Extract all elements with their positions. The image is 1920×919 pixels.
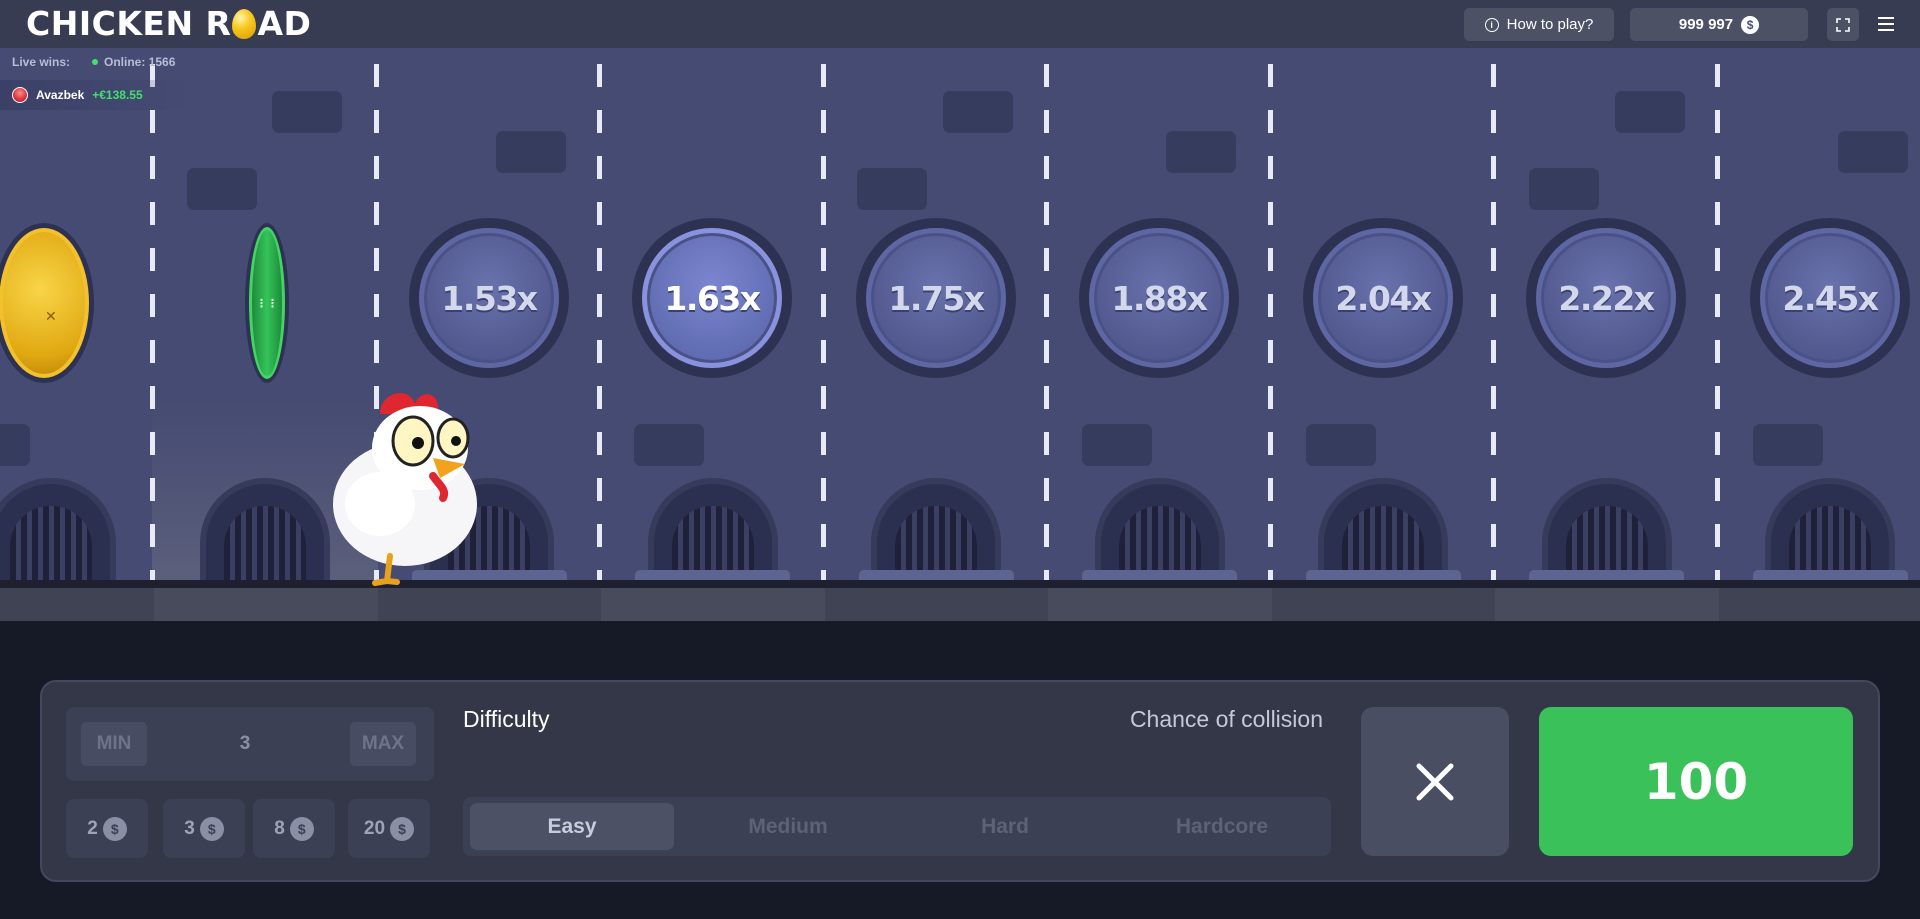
lane-divider	[1268, 64, 1273, 584]
multiplier-coin-3[interactable]: 1.75x	[856, 218, 1016, 378]
road-segment	[1048, 588, 1272, 621]
wall-brick	[634, 424, 704, 466]
lane-divider	[1491, 64, 1496, 584]
bet-chip-8[interactable]: 8 $	[253, 799, 335, 858]
passed-green-coin: ⋮⋮	[245, 223, 289, 383]
wall-brick	[1306, 424, 1376, 466]
road-segment	[154, 588, 378, 621]
chicken-drumstick-icon: ✕	[45, 308, 57, 324]
lane-divider	[821, 64, 826, 584]
fullscreen-button[interactable]	[1827, 8, 1859, 41]
min-bet-button[interactable]: MIN	[81, 722, 147, 766]
wall-brick	[0, 424, 30, 466]
multiplier-label: 1.53x	[441, 278, 538, 318]
dollar-coin-icon: $	[289, 816, 314, 841]
online-dot-icon	[92, 59, 99, 65]
wall-brick	[1166, 131, 1236, 173]
wall-brick	[187, 168, 257, 210]
multiplier-label: 2.04x	[1335, 278, 1432, 318]
road-segment	[601, 588, 825, 621]
close-icon	[1416, 763, 1454, 800]
multiplier-label: 1.88x	[1111, 278, 1208, 318]
difficulty-easy[interactable]: Easy	[470, 803, 674, 850]
bet-chip-20[interactable]: 20 $	[348, 799, 430, 858]
chance-of-collision-label: Chance of collision	[1129, 706, 1323, 732]
lane-divider	[150, 64, 155, 584]
top-bar: CHICKEN R AD i How to play? 999 997 $	[0, 0, 1920, 48]
wall-brick	[272, 91, 342, 133]
wall-brick	[1082, 424, 1152, 466]
bet-chip-3[interactable]: 3 $	[163, 799, 245, 858]
multiplier-coin-2[interactable]: 1.63x	[632, 218, 792, 378]
road-segment	[1495, 588, 1719, 621]
difficulty-hardcore[interactable]: Hardcore	[1120, 803, 1324, 850]
difficulty-hard[interactable]: Hard	[903, 803, 1107, 850]
bet-amount-input[interactable]: 3	[185, 722, 305, 766]
logo-text-left: CHICKEN R	[26, 4, 232, 43]
go-button[interactable]: 100	[1539, 707, 1853, 856]
difficulty-medium[interactable]: Medium	[686, 803, 890, 850]
game-root: CHICKEN R AD i How to play? 999 997 $ ✕ …	[0, 0, 1920, 919]
fullscreen-icon	[1836, 17, 1850, 32]
info-icon: i	[1484, 17, 1499, 32]
how-to-play-button[interactable]: i How to play?	[1464, 8, 1614, 41]
lane-divider	[1715, 64, 1720, 584]
lane-divider	[597, 64, 602, 584]
multiplier-coin-1[interactable]: 1.53x	[409, 218, 569, 378]
menu-icon	[1878, 17, 1894, 19]
how-to-play-label: How to play?	[1506, 16, 1594, 33]
dollar-coin-icon: $	[390, 816, 415, 841]
avatar	[12, 87, 28, 103]
multiplier-coin-5[interactable]: 2.04x	[1303, 218, 1463, 378]
live-win-entry: Avazbek +€138.55	[0, 80, 192, 110]
wall-brick	[1838, 131, 1908, 173]
ground-line	[0, 580, 1920, 588]
winner-name: Avazbek	[36, 88, 85, 102]
wall-brick	[943, 91, 1013, 133]
wall-brick	[1753, 424, 1823, 466]
live-wins-bar: Live wins: Online: 1566	[12, 55, 175, 69]
logo-text-right: AD	[257, 4, 312, 43]
multiplier-coin-6[interactable]: 2.22x	[1526, 218, 1686, 378]
game-scene: ✕ ⋮⋮ 1.53x 1.63x 1.75x 1.88x 2.04x 2.22x…	[0, 48, 1920, 621]
dollar-coin-icon: $	[102, 816, 127, 841]
logo: CHICKEN R AD	[26, 4, 311, 43]
online-count: Online: 1566	[92, 55, 175, 69]
multiplier-label: 2.22x	[1558, 278, 1655, 318]
multiplier-coin-7[interactable]: 2.45x	[1750, 218, 1910, 378]
menu-button[interactable]	[1870, 10, 1902, 38]
max-bet-button[interactable]: MAX	[350, 722, 416, 766]
multiplier-label: 1.63x	[664, 278, 761, 318]
collected-gold-coin: ✕	[0, 223, 94, 383]
cancel-button[interactable]	[1361, 707, 1509, 856]
multiplier-label: 2.45x	[1782, 278, 1879, 318]
chicken-character	[333, 393, 477, 586]
balance-display: 999 997 $	[1630, 8, 1808, 41]
wall-brick	[1529, 168, 1599, 210]
wall-brick	[857, 168, 927, 210]
live-wins-label: Live wins:	[12, 55, 71, 69]
wall-brick	[1615, 91, 1685, 133]
win-amount: +€138.55	[92, 88, 143, 102]
bet-chip-2[interactable]: 2 $	[66, 799, 148, 858]
balance-value: 999 997	[1678, 16, 1734, 33]
dollar-coin-icon: $	[199, 816, 224, 841]
sewer-gate	[0, 478, 116, 588]
dollar-coin-icon: $	[1741, 15, 1760, 34]
green-coin-face: ⋮⋮	[249, 227, 285, 379]
lane-divider	[1044, 64, 1049, 584]
egg-icon	[232, 8, 257, 39]
difficulty-title: Difficulty	[463, 706, 550, 732]
multiplier-coin-4[interactable]: 1.88x	[1079, 218, 1239, 378]
multiplier-label: 1.75x	[888, 278, 985, 318]
wall-brick	[496, 131, 566, 173]
